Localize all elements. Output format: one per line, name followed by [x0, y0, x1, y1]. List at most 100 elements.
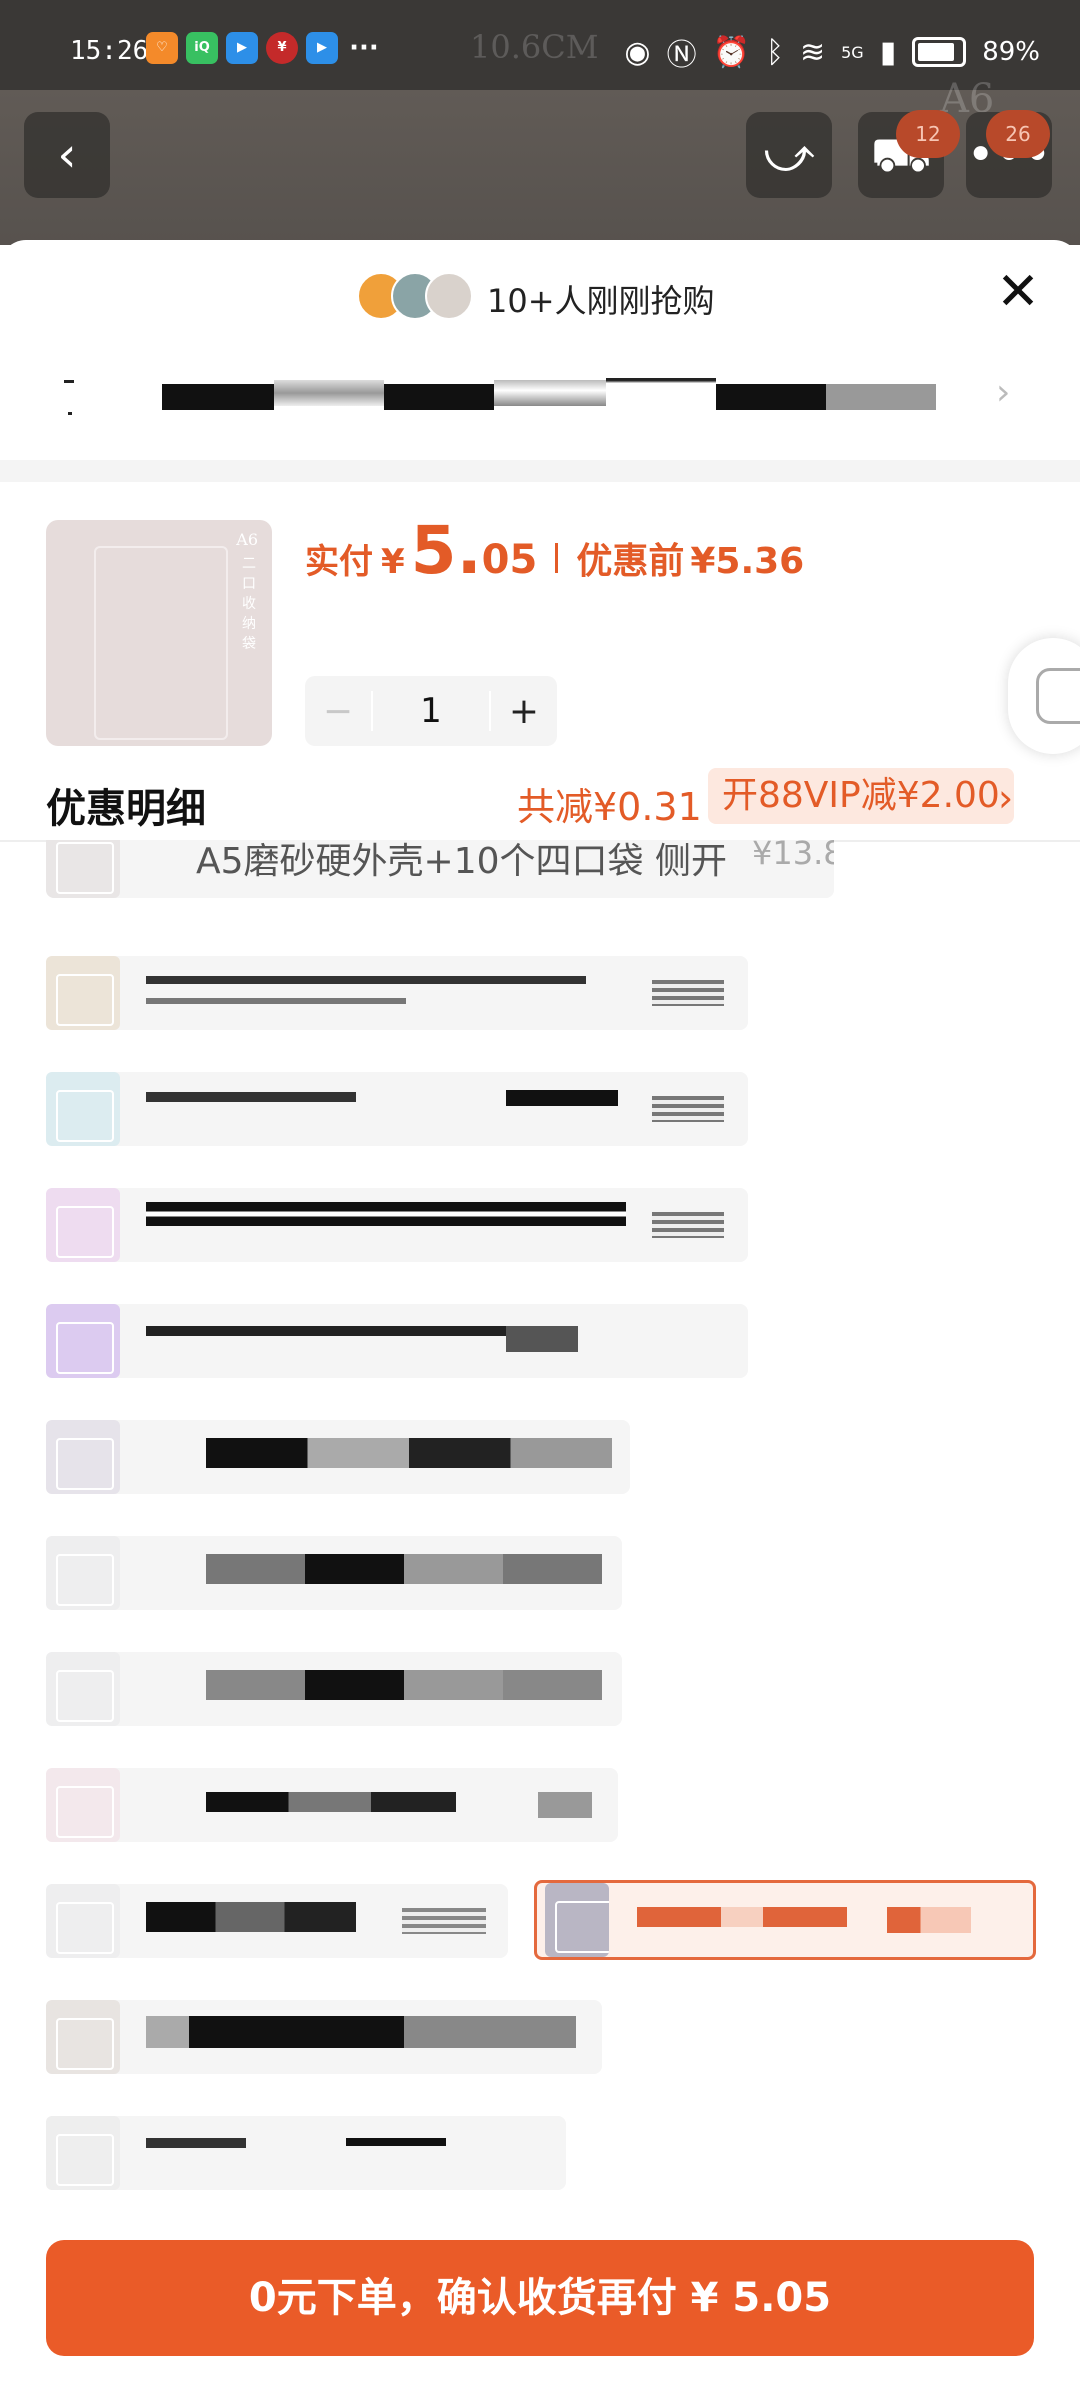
bluetooth-icon: ᛒ	[765, 34, 784, 70]
place-order-button[interactable]: 0元下单，确认收货再付 ¥ 5.05	[46, 2240, 1034, 2356]
redacted-text	[146, 2138, 246, 2148]
redacted-text	[506, 1090, 618, 1106]
redacted-text	[146, 976, 586, 984]
paid-label: 实付	[305, 542, 373, 582]
variant-price: ¥13.82	[752, 840, 834, 872]
divider	[0, 460, 1080, 482]
variant-label: A5磨砂硬外壳+10个四口袋 侧开	[196, 841, 727, 882]
chevron-right-icon: ›	[998, 776, 1014, 820]
variant-option[interactable]	[46, 1768, 618, 1842]
assistant-floating-button[interactable]	[1008, 638, 1080, 754]
vip-discount-badge[interactable]: 开88VIP减¥2.00	[708, 768, 1014, 824]
back-button[interactable]: ‹	[24, 112, 110, 198]
close-icon[interactable]: ✕	[990, 264, 1046, 320]
variant-option[interactable]	[46, 1652, 622, 1726]
sheet-header: 10+人刚刚抢购 ✕	[0, 240, 1080, 350]
redacted-address	[716, 384, 826, 410]
variant-thumbnail	[46, 1884, 120, 1958]
redacted-price	[402, 1908, 486, 1934]
redacted-price	[652, 980, 724, 1006]
purchase-sheet: 10+人刚刚抢购 ✕ › A6 二口收纳袋 实付 ¥ 5. 05 优惠前 ¥5.…	[0, 240, 1080, 2400]
variant-option[interactable]	[46, 2116, 566, 2190]
discount-total: 共减¥0.31	[517, 785, 702, 829]
redacted-text	[346, 2138, 446, 2146]
buyer-avatars	[357, 272, 473, 320]
play-store-icon: ▶	[226, 32, 258, 64]
price-decimal: 05	[481, 537, 538, 583]
increase-button[interactable]: +	[491, 691, 557, 732]
location-icon	[64, 378, 78, 418]
variant-option[interactable]: A5磨砂硬外壳+10个四口袋 侧开 ¥13.82	[46, 840, 834, 898]
alarm-icon: ⏰	[712, 34, 750, 70]
redacted-price	[652, 1096, 724, 1122]
variant-option-selected[interactable]	[534, 1880, 1036, 1960]
variant-thumbnail	[46, 956, 120, 1030]
variant-option[interactable]	[46, 1884, 508, 1958]
signal-icon: ▮	[879, 34, 897, 70]
redacted-text	[146, 1092, 356, 1102]
assistant-icon	[1036, 668, 1080, 724]
status-right: ◉ Ⓝ ⏰ ᛒ ≋ 5G ▮ 89%	[624, 30, 1040, 74]
variant-option[interactable]	[46, 1188, 748, 1262]
battery-icon	[912, 37, 967, 67]
redacted-price	[652, 1212, 724, 1238]
redacted-text	[146, 998, 406, 1004]
before-discount-price: ¥5.36	[690, 541, 805, 582]
variant-thumbnail	[46, 1536, 120, 1610]
quantity-stepper: − 1 +	[305, 676, 557, 746]
share-button[interactable]: ⤻	[746, 112, 832, 198]
product-image-caption: 二口收纳袋	[242, 556, 256, 652]
variant-option[interactable]	[46, 1072, 748, 1146]
currency-symbol: ¥	[381, 542, 405, 582]
redacted-text	[146, 1326, 566, 1336]
redacted-address	[826, 384, 936, 410]
product-image: A6 二口收纳袋	[46, 520, 272, 746]
variant-option[interactable]	[46, 1420, 630, 1494]
product-size-label: A6	[236, 530, 258, 549]
discount-row[interactable]: 优惠明细 共减¥0.31 开88VIP减¥2.00 ›	[0, 760, 1080, 842]
redacted-text	[506, 1326, 578, 1352]
redacted-text	[206, 1438, 612, 1468]
redacted-price	[887, 1907, 971, 1933]
background-measure-label: 10.6CM	[470, 28, 599, 66]
nfc-icon: Ⓝ	[666, 38, 697, 73]
wifi-icon: ≋	[799, 34, 826, 70]
variant-option[interactable]	[46, 2000, 602, 2074]
play-store-icon-2: ▶	[306, 32, 338, 64]
app-notification-icon: ♡	[146, 32, 178, 64]
redacted-text	[206, 1554, 602, 1584]
quantity-value[interactable]: 1	[371, 691, 491, 731]
redacted-price	[538, 1792, 592, 1818]
address-row[interactable]: ›	[0, 350, 1080, 450]
status-time: 15:26	[70, 36, 149, 66]
more-badge: 26	[986, 110, 1050, 158]
redacted-text	[146, 2016, 576, 2048]
variant-thumbnail	[46, 1768, 120, 1842]
redacted-address	[162, 384, 274, 410]
variant-thumbnail	[46, 1072, 120, 1146]
chevron-right-icon: ›	[996, 372, 1011, 413]
decrease-button[interactable]: −	[305, 691, 371, 732]
variant-thumbnail	[46, 2116, 120, 2190]
redacted-address	[274, 380, 384, 406]
variant-thumbnail	[46, 840, 120, 898]
price-row: 实付 ¥ 5. 05 优惠前 ¥5.36	[305, 512, 804, 589]
price-separator	[555, 543, 559, 573]
redacted-text	[206, 1792, 456, 1812]
more-notifications-icon: ···	[349, 33, 379, 63]
redacted-address	[606, 378, 716, 404]
redacted-text	[146, 1202, 626, 1226]
variant-thumbnail	[46, 1420, 120, 1494]
variant-thumbnail	[46, 1652, 120, 1726]
variant-option[interactable]	[46, 956, 748, 1030]
iqiyi-icon: iQ	[186, 32, 218, 64]
price-integer: 5.	[410, 512, 482, 589]
discount-title: 优惠明细	[46, 786, 206, 832]
avatar	[425, 272, 473, 320]
bank-icon: ¥	[266, 32, 298, 64]
variant-thumbnail	[46, 2000, 120, 2074]
variant-option[interactable]	[46, 1536, 622, 1610]
product-sleeve-graphic	[94, 546, 228, 740]
variant-option[interactable]	[46, 1304, 748, 1378]
variant-thumbnail	[46, 1188, 120, 1262]
